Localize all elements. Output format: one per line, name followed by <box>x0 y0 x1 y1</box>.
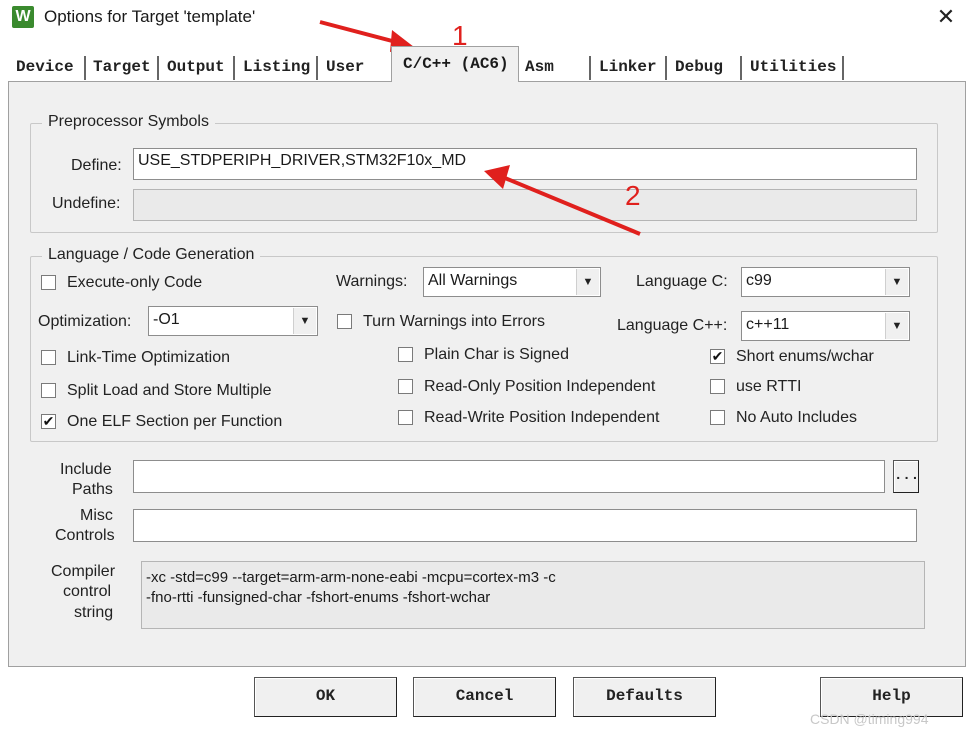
tab-cpp-ac6[interactable]: C/C++ (AC6) <box>391 46 519 82</box>
annotation-number-2: 2 <box>625 180 641 211</box>
annotation-arrows <box>319 20 641 236</box>
annotation-arrow-2 <box>504 176 641 236</box>
annotation-arrowhead-2 <box>484 165 510 189</box>
annotation-arrow-1 <box>319 20 401 45</box>
watermark: CSDN @timing994 <box>810 711 929 727</box>
